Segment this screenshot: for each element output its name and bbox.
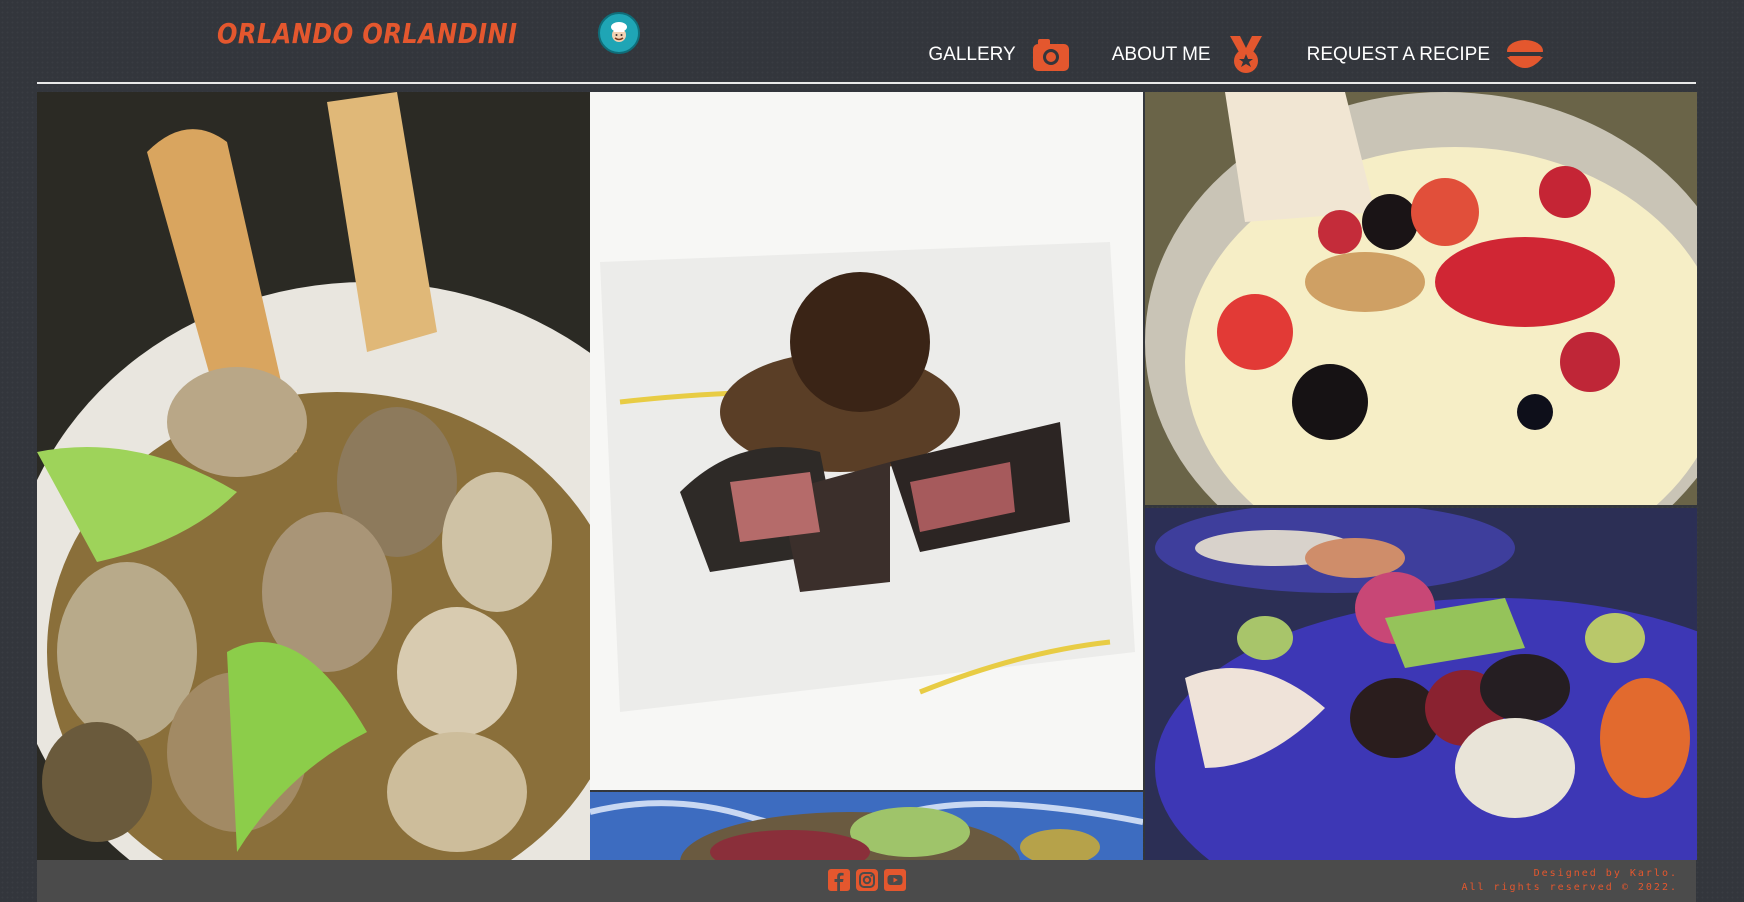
main-nav: GALLERY ABOUT ME REQUEST A RECIPE bbox=[928, 36, 1544, 74]
gallery-image-steak[interactable] bbox=[590, 92, 1143, 790]
chef-icon bbox=[598, 12, 641, 54]
gallery-image-clams[interactable] bbox=[37, 92, 590, 860]
credits: Designed by Karlo. All rights reserved ©… bbox=[1461, 867, 1678, 895]
site-footer: Designed by Karlo. All rights reserved ©… bbox=[37, 860, 1696, 902]
brand[interactable]: ORLANDO ORLANDINI bbox=[217, 12, 641, 54]
camera-icon bbox=[1032, 36, 1070, 74]
credit-copyright: All rights reserved © 2022. bbox=[1461, 882, 1678, 893]
gallery-image-dessert[interactable] bbox=[1145, 92, 1697, 505]
instagram-icon[interactable] bbox=[855, 869, 878, 891]
nav-label: REQUEST A RECIPE bbox=[1306, 44, 1490, 65]
medal-icon bbox=[1227, 36, 1265, 74]
photo-gallery bbox=[37, 92, 1697, 860]
gallery-image-octopus[interactable] bbox=[590, 792, 1143, 860]
brand-name[interactable]: ORLANDO ORLANDINI bbox=[217, 17, 518, 50]
nav-about-me[interactable]: ABOUT ME bbox=[1112, 36, 1265, 74]
nav-gallery[interactable]: GALLERY bbox=[928, 36, 1069, 74]
facebook-icon[interactable] bbox=[827, 869, 850, 891]
bowl-icon bbox=[1506, 36, 1544, 74]
youtube-icon[interactable] bbox=[883, 869, 906, 891]
header-divider bbox=[37, 82, 1696, 84]
social-links bbox=[827, 869, 906, 891]
nav-label: GALLERY bbox=[928, 44, 1016, 65]
nav-request-recipe[interactable]: REQUEST A RECIPE bbox=[1307, 36, 1544, 74]
gallery-image-sushi[interactable] bbox=[1145, 508, 1697, 860]
nav-label: ABOUT ME bbox=[1111, 44, 1211, 65]
credit-designer: Designed by Karlo. bbox=[1533, 868, 1678, 879]
